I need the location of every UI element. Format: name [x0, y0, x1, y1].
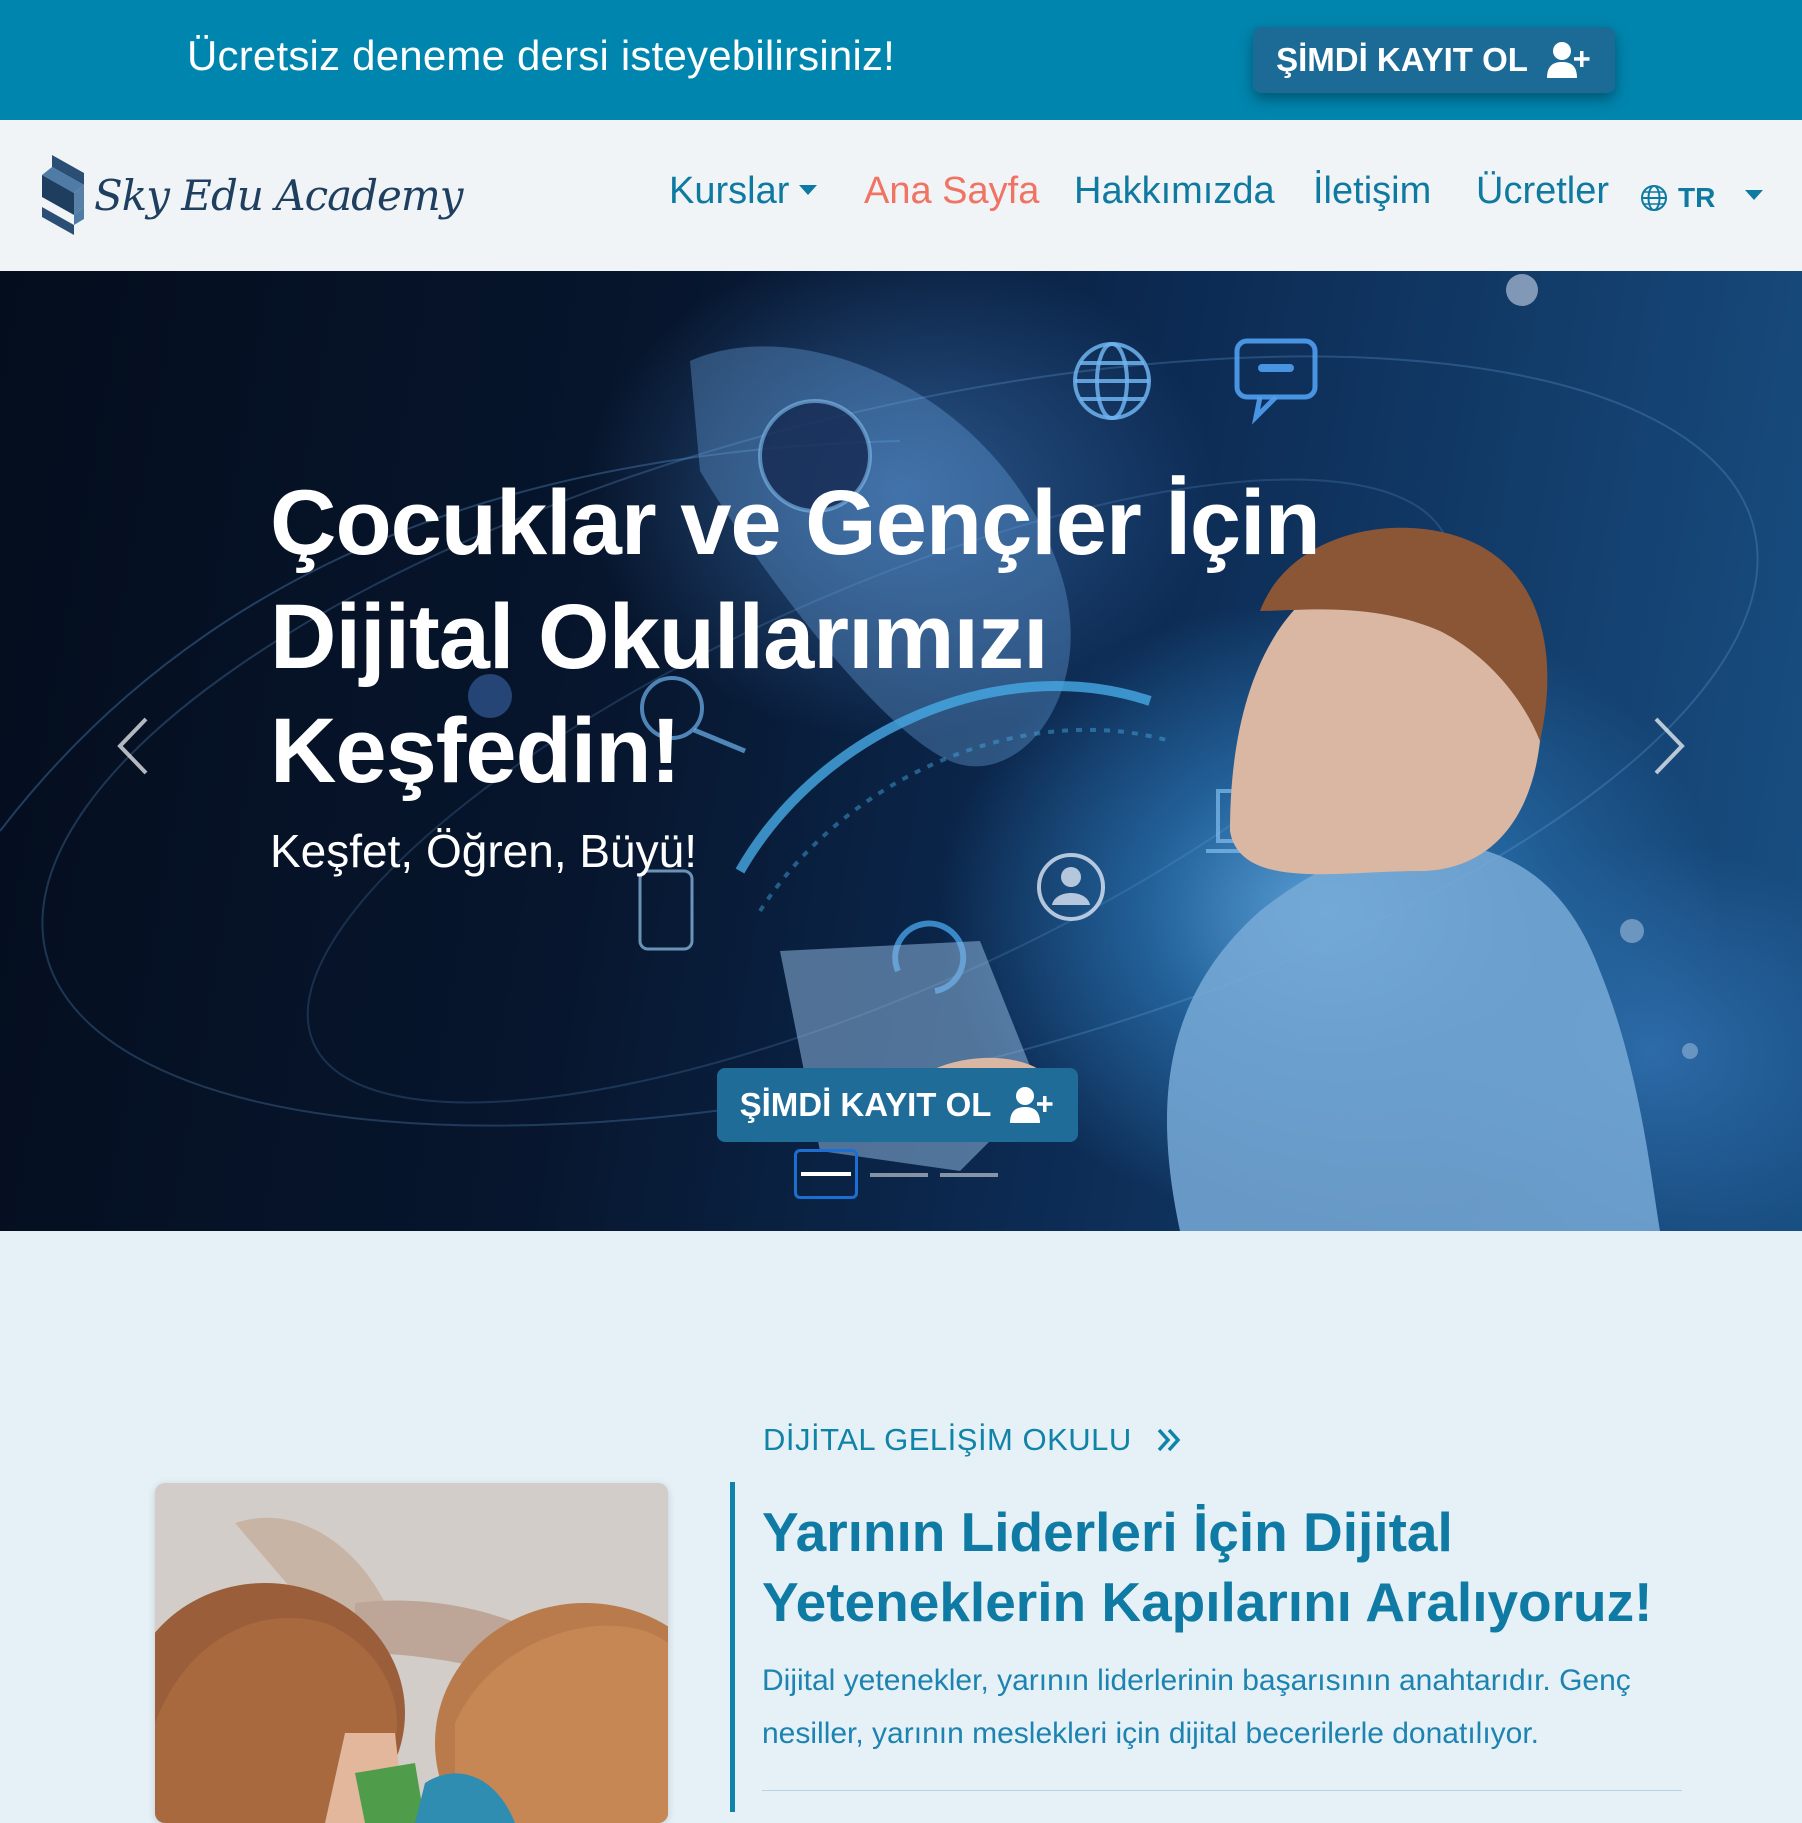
hero-title-line: Dijital Okullarımızı	[270, 586, 1049, 688]
navbar: Sky Edu Academy Kurslar Ana Sayfa Hakkım…	[0, 120, 1802, 271]
section-accent-bar	[730, 1482, 735, 1812]
section-heading-line: Yeteneklerin Kapılarını Aralıyoruz!	[762, 1571, 1653, 1633]
globe-icon	[1641, 185, 1667, 211]
caret-down-icon	[1745, 190, 1764, 200]
user-plus-icon	[1546, 42, 1590, 78]
children-photo-art	[155, 1483, 668, 1823]
nav-about[interactable]: Hakkımızda	[1074, 170, 1275, 213]
hero-title-line: Çocuklar ve Gençler İçin	[270, 472, 1321, 574]
caret-down-icon	[799, 184, 818, 195]
section-eyebrow: DİJİTAL GELİŞİM OKULU	[763, 1422, 1132, 1457]
promo-text: Ücretsiz deneme dersi isteyebilirsiniz!	[187, 32, 896, 79]
nav-courses-dropdown[interactable]: Kurslar	[669, 170, 818, 213]
section-text-line: nesiller, yarının meslekleri için dijita…	[762, 1717, 1540, 1750]
chevron-right-icon	[1654, 717, 1685, 775]
section-heading-line: Yarının Liderleri İçin Dijital	[762, 1501, 1453, 1563]
section-text-line: Dijital yetenekler, yarının liderlerinin…	[762, 1664, 1631, 1697]
language-label: TR	[1678, 182, 1716, 213]
hero-carousel: Çocuklar ve Gençler İçin Dijital Okullar…	[0, 271, 1802, 1231]
carousel-indicator-2[interactable]	[870, 1173, 928, 1177]
children-photo	[155, 1483, 668, 1823]
nav-courses-label: Kurslar	[669, 170, 790, 212]
promo-bar: Ücretsiz deneme dersi isteyebilirsiniz! …	[0, 0, 1802, 120]
nav-home[interactable]: Ana Sayfa	[864, 170, 1039, 213]
hero-register-label: ŞİMDİ KAYIT OL	[739, 1086, 992, 1123]
section-divider	[762, 1790, 1682, 1791]
nav-contact[interactable]: İletişim	[1313, 170, 1431, 213]
carousel-prev-button[interactable]	[110, 711, 160, 781]
promo-register-button[interactable]: ŞİMDİ KAYIT OL	[1253, 27, 1615, 93]
hero-title: Çocuklar ve Gençler İçin Dijital Okullar…	[270, 466, 1370, 808]
section-heading: Yarının Liderleri İçin Dijital Yetenekle…	[762, 1497, 1662, 1637]
section-text: Dijital yetenekler, yarının liderlerinin…	[762, 1654, 1692, 1760]
carousel-next-button[interactable]	[1642, 711, 1692, 781]
language-selector[interactable]: TR	[1640, 178, 1764, 218]
nav-pricing[interactable]: Ücretler	[1476, 170, 1609, 213]
promo-register-label: ŞİMDİ KAYIT OL	[1276, 41, 1528, 78]
hero-subtitle: Keşfet, Öğren, Büyü!	[270, 825, 698, 877]
carousel-indicator-3[interactable]	[940, 1173, 998, 1177]
hero-title-line: Keşfedin!	[270, 700, 681, 802]
double-chevron-right-icon	[1157, 1428, 1181, 1452]
nav-links: Kurslar Ana Sayfa Hakkımızda İletişim Üc…	[0, 170, 1802, 220]
user-plus-icon	[1010, 1087, 1053, 1123]
hero-register-button[interactable]: ŞİMDİ KAYIT OL	[717, 1068, 1078, 1142]
carousel-indicator-1[interactable]	[794, 1149, 858, 1199]
carousel-indicators	[794, 1149, 1014, 1201]
chevron-left-icon	[117, 717, 148, 775]
